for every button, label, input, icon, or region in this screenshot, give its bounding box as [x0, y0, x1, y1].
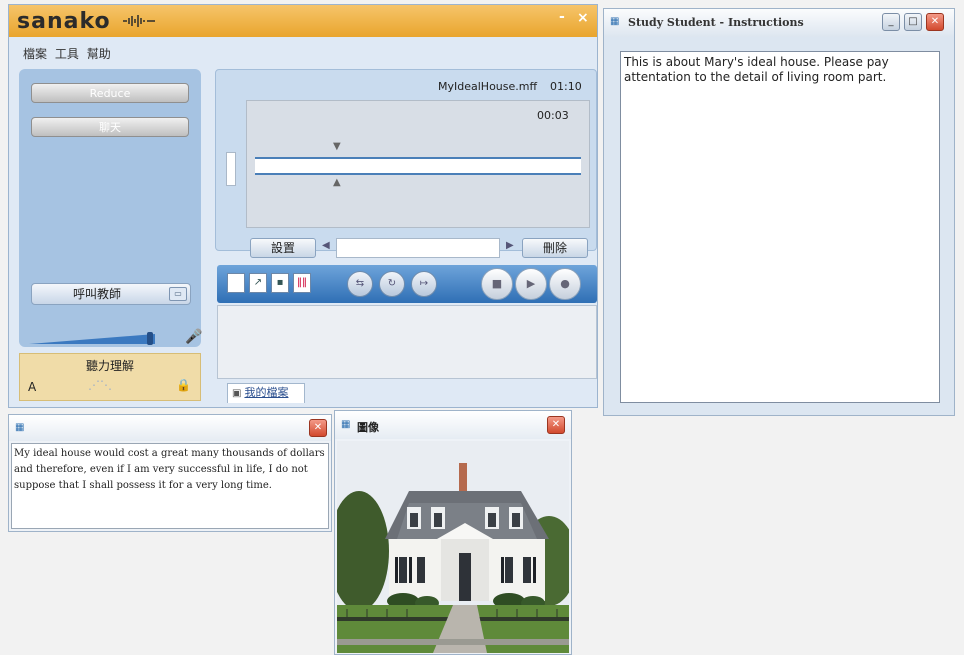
current-position: 00:03	[537, 109, 569, 122]
passage-text: My ideal house would cost a great many t…	[11, 443, 329, 529]
listening-exercise-panel: 聽力理解 A ⋰⋱ 🔒	[19, 353, 201, 401]
menu-help[interactable]: 幫助	[87, 47, 111, 61]
image-window-title-bar[interactable]: ▦ 圖像 ✕	[335, 411, 571, 439]
call-teacher-icon[interactable]: ▭	[169, 287, 187, 301]
sanako-title-bar[interactable]: sanako - ×	[9, 5, 597, 37]
text-window-title-bar[interactable]: ▦ ✕	[9, 415, 331, 441]
file-duration: 01:10	[550, 80, 582, 93]
recorder-content-area	[217, 305, 597, 379]
menu-file[interactable]: 檔案	[23, 47, 47, 61]
call-teacher-button[interactable]: 呼叫教師 ▭	[31, 283, 191, 305]
instructions-window: ▦ Study Student - Instructions _ □ ✕ Thi…	[603, 8, 955, 416]
open-file-icon[interactable]: ↗	[249, 273, 267, 293]
close-button[interactable]: ✕	[926, 13, 944, 31]
close-button[interactable]: ✕	[547, 416, 565, 434]
file-name: MyIdealHouse.mff	[438, 80, 538, 93]
minimize-button[interactable]: _	[882, 13, 900, 31]
maximize-button[interactable]: □	[904, 13, 922, 31]
settings-button[interactable]: 設置	[250, 238, 316, 258]
bookmark-field[interactable]	[336, 238, 500, 258]
exercise-title: 聽力理解	[85, 359, 134, 373]
lock-icon: 🔒	[176, 378, 191, 392]
next-arrow-icon[interactable]: ▶	[506, 240, 514, 251]
track-area: 00:03 ▼ ▲	[246, 100, 590, 228]
chat-button[interactable]: 聊天	[31, 117, 189, 137]
save-icon[interactable]: ▪	[271, 273, 289, 293]
image-window: ▦ 圖像 ✕	[334, 410, 572, 655]
menu-bar: 檔案 工具 幫助	[23, 45, 115, 62]
app-icon: ▦	[15, 422, 25, 433]
minimize-button[interactable]: -	[559, 9, 565, 25]
house-photo	[337, 441, 569, 653]
close-button[interactable]: ×	[577, 10, 589, 26]
position-marker-bottom-icon[interactable]: ▲	[333, 177, 341, 188]
tab-my-files-label: 我的檔案	[244, 386, 289, 399]
sound-wave-icon	[123, 15, 155, 27]
record-icon[interactable]: ●	[549, 268, 581, 300]
reduce-button[interactable]: Reduce	[31, 83, 189, 103]
text-window: ▦ ✕ My ideal house would cost a great ma…	[8, 414, 332, 532]
tab-my-files[interactable]: ▣ 我的檔案	[227, 383, 305, 403]
stop-icon[interactable]: ■	[481, 268, 513, 300]
position-marker-top-icon[interactable]: ▼	[333, 141, 341, 152]
export-icon[interactable]: ↦	[411, 271, 437, 297]
previous-arrow-icon[interactable]: ◀	[322, 240, 330, 251]
delete-button[interactable]: 刪除	[522, 238, 588, 258]
network-icon: ⋰⋱	[88, 378, 112, 392]
student-panel: Reduce 聊天 呼叫教師 ▭	[19, 69, 201, 347]
waveform-icon[interactable]: ‖‖	[293, 273, 311, 293]
app-icon: ▦	[610, 16, 620, 27]
exercise-grade: A	[28, 380, 37, 394]
volume-knob	[147, 332, 153, 345]
recorder-toolbar: ↗ ▪ ‖‖ ⇆ ↻ ↦ ■ ▶ ●	[217, 265, 597, 303]
call-teacher-label: 呼叫教師	[72, 287, 121, 301]
volume-slider[interactable]	[29, 331, 163, 345]
menu-tools[interactable]: 工具	[55, 47, 79, 61]
recorder-panel: MyIdealHouse.mff 01:10 00:03 ▼ ▲ 設置 ◀ ▶ …	[215, 69, 597, 258]
new-file-icon[interactable]	[227, 273, 245, 293]
microphone-icon[interactable]: 🎤	[185, 329, 202, 345]
close-button[interactable]: ✕	[309, 419, 327, 437]
app-icon: ▦	[341, 419, 351, 430]
instructions-title-bar[interactable]: ▦ Study Student - Instructions _ □ ✕	[604, 9, 954, 37]
loop-icon[interactable]: ↻	[379, 271, 405, 297]
instructions-title: Study Student - Instructions	[628, 16, 804, 29]
sanako-window: sanako - × 檔案 工具 幫助 Reduce 聊天 呼叫教師 ▭ 🎤 聽…	[8, 4, 598, 408]
instructions-text: This is about Mary's ideal house. Please…	[620, 51, 940, 403]
recording-level-meter	[226, 152, 236, 186]
audio-track[interactable]	[255, 157, 581, 175]
sanako-logo: sanako	[17, 9, 111, 34]
repeat-icon[interactable]: ⇆	[347, 271, 373, 297]
folder-icon: ▣	[232, 388, 242, 399]
image-window-title: 圖像	[357, 421, 379, 434]
play-icon[interactable]: ▶	[515, 268, 547, 300]
